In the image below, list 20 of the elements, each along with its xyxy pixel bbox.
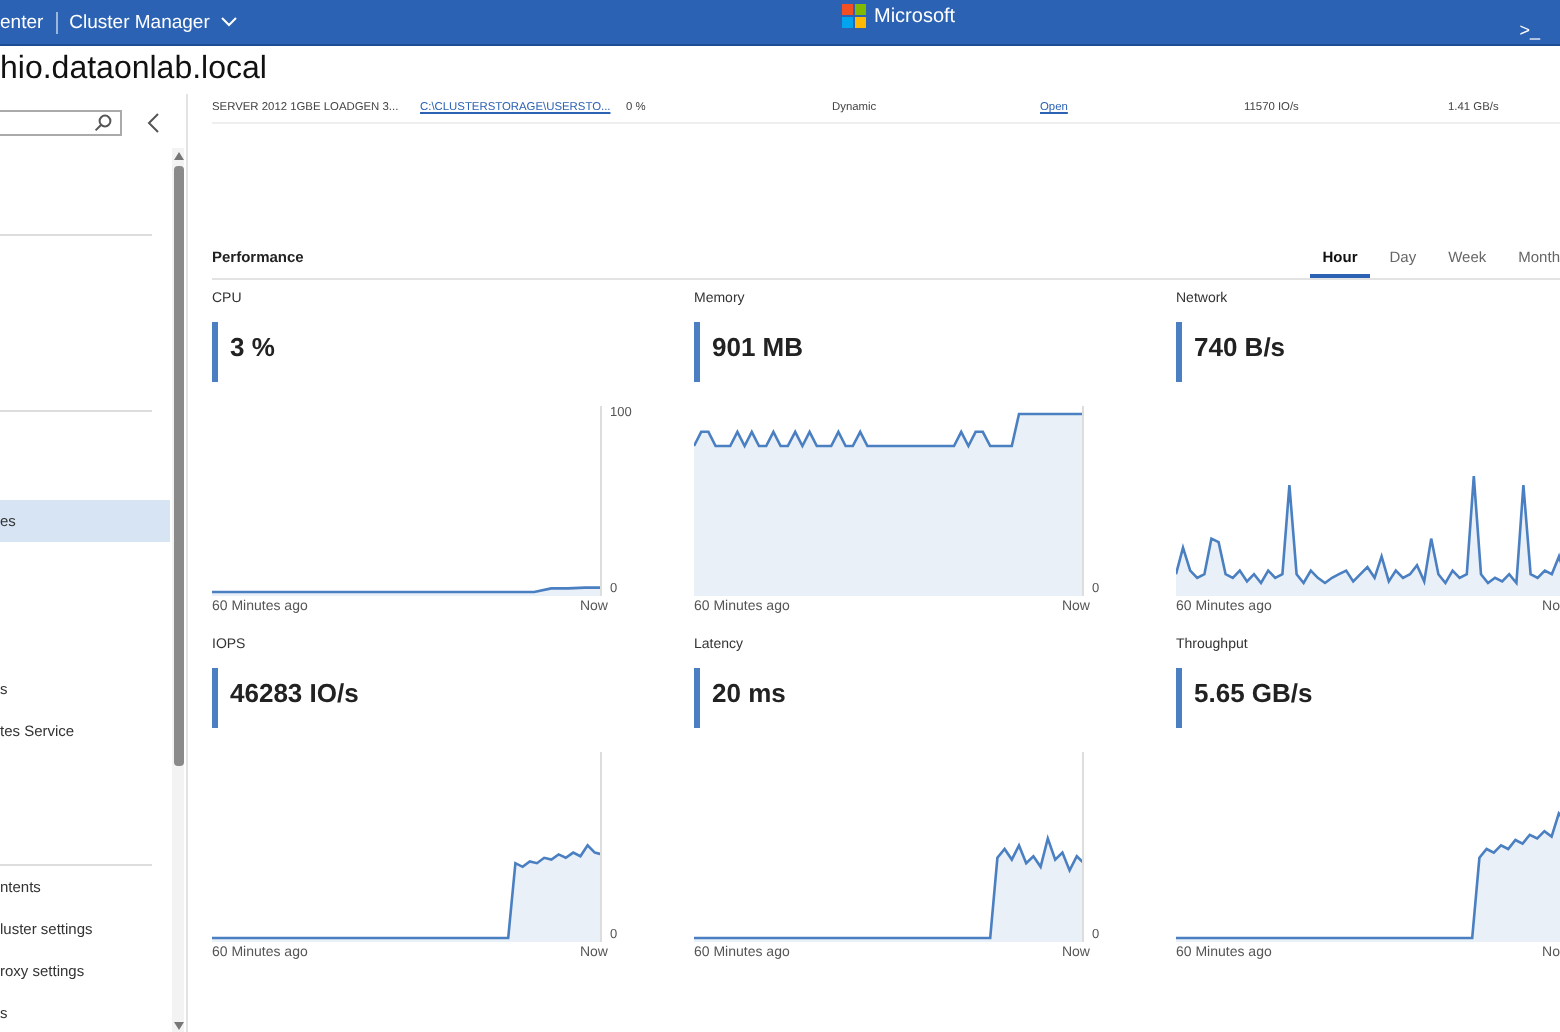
metric-value: 20 ms: [694, 668, 786, 728]
search-field[interactable]: [0, 109, 122, 135]
chevron-left-icon[interactable]: [146, 111, 160, 133]
breadcrumb-link[interactable]: enter: [0, 11, 44, 33]
app-menu-button[interactable]: Cluster Manager: [69, 11, 238, 33]
metric-value: 3 %: [212, 322, 275, 382]
scrollbar[interactable]: [172, 148, 184, 1032]
metric-value: 901 MB: [694, 322, 804, 382]
scroll-down-icon[interactable]: [173, 1022, 183, 1030]
terminal-button[interactable]: >_: [1519, 20, 1540, 40]
four-squares-logo-icon: [842, 4, 866, 28]
search-icon: [94, 113, 112, 131]
brand-name: Microsoft: [874, 5, 956, 27]
scrollbar-thumb[interactable]: [173, 166, 183, 766]
metric-value: 46283 IO/s: [212, 668, 359, 728]
scroll-up-icon[interactable]: [173, 152, 183, 160]
metric-value: 5.65 GB/s: [1176, 668, 1313, 728]
metric-value: 740 B/s: [1176, 322, 1286, 382]
page-title: hio.dataonlab.local: [0, 50, 269, 90]
chevron-down-icon: [219, 16, 238, 28]
